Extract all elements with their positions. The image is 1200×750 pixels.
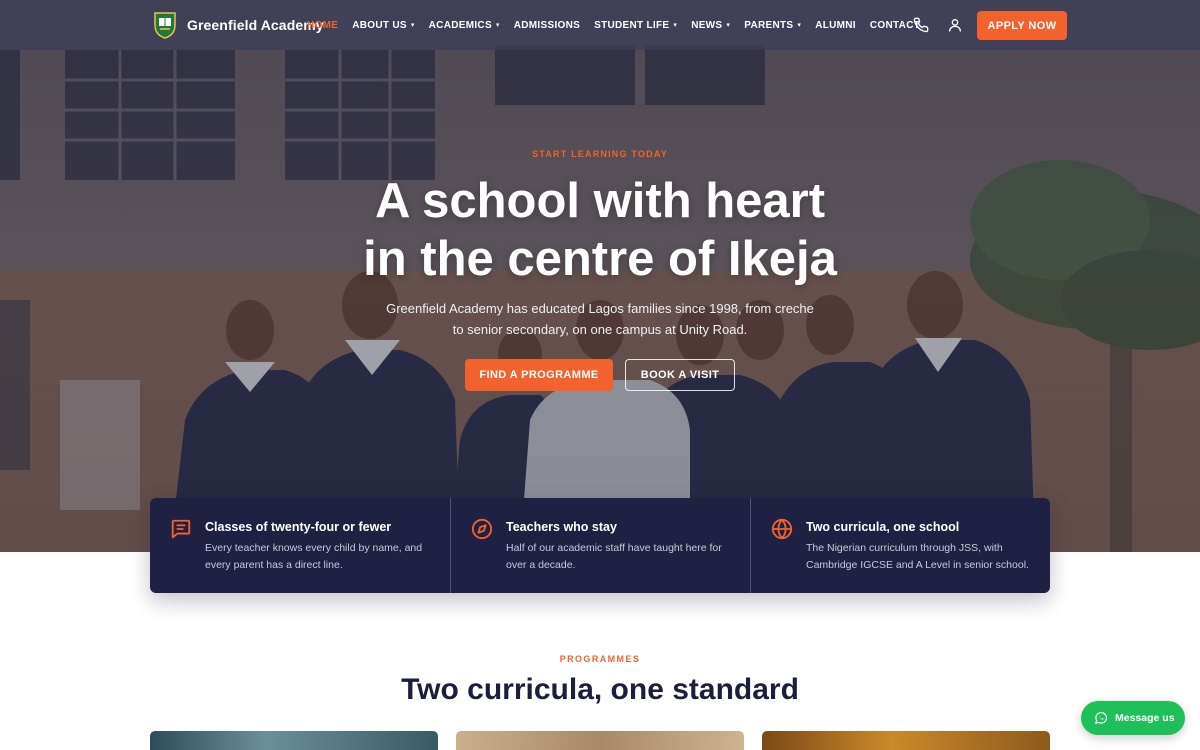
nav-item-admissions[interactable]: ADMISSIONS (514, 20, 580, 31)
hero-title: A school with heart in the centre of Ike… (0, 172, 1200, 288)
feature-text: The Nigerian curriculum through JSS, wit… (806, 542, 1029, 571)
brand-logo-link[interactable]: Greenfield Academy (153, 11, 324, 39)
feature-card: Classes of twenty-four or fewer Every te… (150, 498, 450, 593)
main-menu: HOME ABOUT US ▾ ACADEMICS ▾ ADMISSIONS STU… (307, 0, 934, 50)
globe-icon (771, 518, 793, 540)
programme-card-image[interactable] (456, 731, 744, 750)
nav-item-home[interactable]: HOME (307, 20, 338, 31)
message-square-icon (171, 519, 191, 539)
phone-icon[interactable] (913, 17, 929, 33)
feature-title: Two curricula, one school (806, 520, 960, 534)
chevron-down-icon: ▾ (410, 22, 415, 29)
hero-subtitle: Greenfield Academy has educated Lagos fa… (386, 301, 814, 337)
compass-icon (471, 518, 493, 540)
programmes-eyebrow: PROGRAMMES (559, 654, 641, 664)
nav-item-about-us[interactable]: ABOUT US ▾ (352, 20, 414, 31)
programme-card-image[interactable] (762, 731, 1050, 750)
nav-item-news[interactable]: NEWS ▾ (691, 20, 730, 31)
user-icon[interactable] (947, 17, 963, 33)
chevron-down-icon: ▾ (797, 22, 802, 29)
nav-item-academics[interactable]: ACADEMICS ▾ (429, 20, 500, 31)
feature-title: Classes of twenty-four or fewer (205, 520, 392, 534)
nav-item-alumni[interactable]: ALUMNI (815, 20, 856, 31)
feature-card: Teachers who stay Half of our academic s… (450, 498, 750, 593)
hero-title-line-2: in the centre of Ikeja (363, 232, 837, 286)
feature-card: Two curricula, one school The Nigerian c… (750, 498, 1050, 593)
whatsapp-label: Message us (1115, 712, 1175, 724)
hero-title-line-1: A school with heart (374, 174, 826, 228)
top-navigation-bar: Greenfield Academy HOME ABOUT US ▾ ACADEM… (0, 0, 1200, 50)
feature-text: Half of our academic staff have taught h… (506, 542, 722, 571)
nav-item-parents[interactable]: PARENTS ▾ (744, 20, 801, 31)
apply-now-button[interactable]: APPLY NOW (977, 11, 1067, 40)
whatsapp-message-button[interactable]: Message us (1081, 701, 1185, 735)
nav-item-student-life[interactable]: STUDENT LIFE ▾ (594, 20, 677, 31)
feature-text: Every teacher knows every child by name,… (205, 542, 423, 571)
feature-title: Teachers who stay (506, 520, 617, 534)
school-crest-icon (154, 12, 176, 39)
programme-card-image[interactable] (150, 731, 438, 750)
hero-eyebrow: START LEARNING TODAY (532, 149, 668, 159)
find-a-programme-button[interactable]: FIND A PROGRAMME (465, 359, 613, 391)
chevron-down-icon: ▾ (673, 22, 678, 29)
features-strip: Classes of twenty-four or fewer Every te… (150, 498, 1050, 593)
book-a-visit-button[interactable]: BOOK A VISIT (625, 359, 735, 391)
whatsapp-icon (1095, 711, 1107, 724)
chevron-down-icon: ▾ (726, 22, 731, 29)
chevron-down-icon: ▾ (495, 22, 500, 29)
programmes-title: Two curricula, one standard (401, 673, 799, 706)
brand-name: Greenfield Academy (187, 17, 324, 33)
